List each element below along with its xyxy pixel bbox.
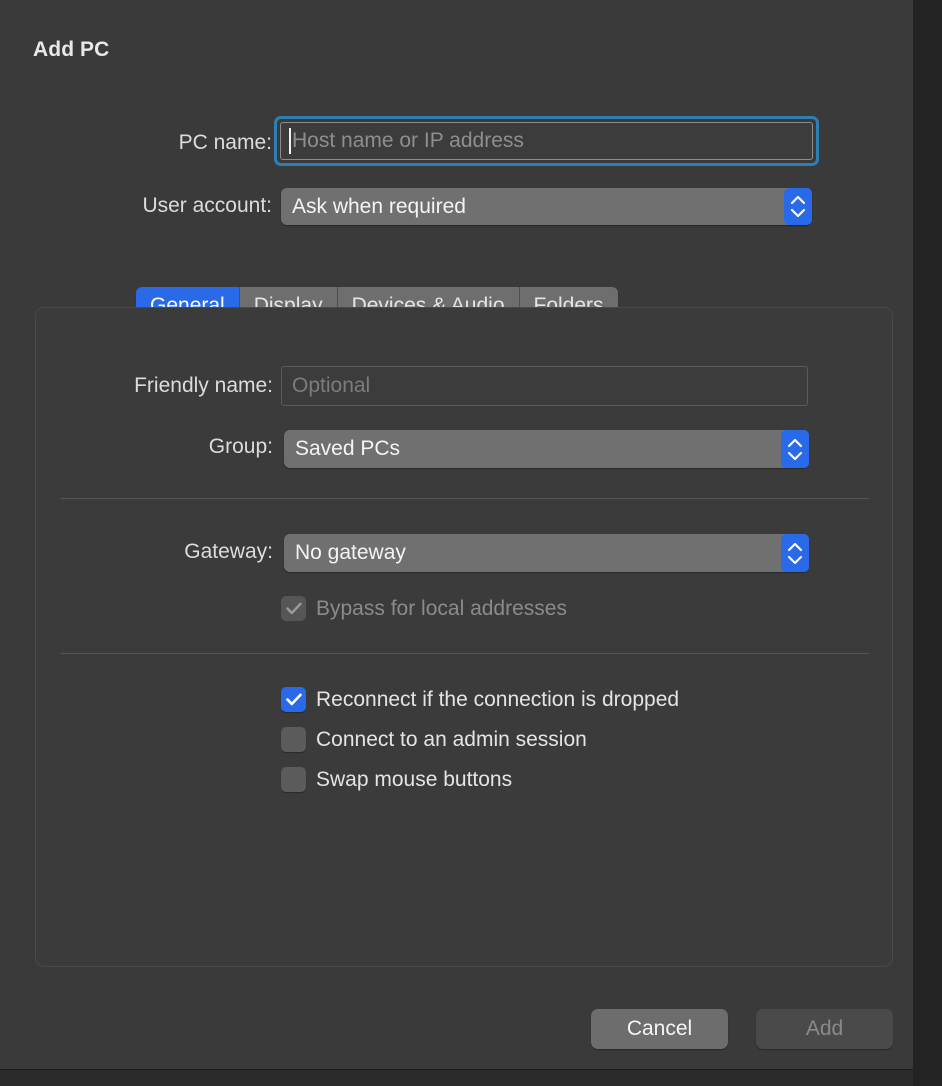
user-account-label: User account: <box>32 194 272 218</box>
chevron-up-down-icon[interactable] <box>784 188 812 225</box>
friendly-name-label: Friendly name: <box>46 374 273 398</box>
chevron-up-down-icon[interactable] <box>781 430 809 468</box>
checkmark-icon <box>281 687 306 712</box>
admin-session-label: Connect to an admin session <box>316 728 587 752</box>
admin-session-checkbox[interactable]: Connect to an admin session <box>281 727 587 752</box>
checkbox-empty-icon <box>281 727 306 752</box>
user-account-select[interactable]: Ask when required <box>281 188 812 225</box>
cancel-button[interactable]: Cancel <box>591 1009 728 1049</box>
pc-name-input[interactable]: Host name or IP address <box>274 116 819 166</box>
bypass-local-addresses-checkbox: Bypass for local addresses <box>281 596 567 621</box>
section-divider-2 <box>61 653 869 654</box>
group-label: Group: <box>46 435 273 459</box>
user-account-value: Ask when required <box>281 195 784 219</box>
general-tab-panel: Friendly name: Optional Group: Saved PCs… <box>35 307 893 967</box>
gateway-select[interactable]: No gateway <box>284 534 809 572</box>
add-pc-dialog: Add PC PC name: Host name or IP address … <box>0 0 913 1069</box>
pc-name-placeholder: Host name or IP address <box>292 129 524 153</box>
window-bottom-edge <box>0 1069 913 1086</box>
page-title: Add PC <box>33 38 109 62</box>
text-caret-icon <box>289 128 291 154</box>
swap-mouse-buttons-label: Swap mouse buttons <box>316 768 512 792</box>
checkmark-icon <box>281 596 306 621</box>
group-select[interactable]: Saved PCs <box>284 430 809 468</box>
friendly-name-placeholder: Optional <box>292 374 370 398</box>
reconnect-label: Reconnect if the connection is dropped <box>316 688 679 712</box>
swap-mouse-buttons-checkbox[interactable]: Swap mouse buttons <box>281 767 512 792</box>
bypass-local-addresses-label: Bypass for local addresses <box>316 597 567 621</box>
friendly-name-input[interactable]: Optional <box>281 366 808 406</box>
checkbox-empty-icon <box>281 767 306 792</box>
section-divider-1 <box>61 498 869 499</box>
add-button: Add <box>756 1009 893 1049</box>
chevron-up-down-icon[interactable] <box>781 534 809 572</box>
group-value: Saved PCs <box>284 437 781 461</box>
reconnect-checkbox[interactable]: Reconnect if the connection is dropped <box>281 687 679 712</box>
pc-name-label: PC name: <box>72 131 272 155</box>
gateway-label: Gateway: <box>46 540 273 564</box>
window-right-edge <box>913 0 942 1086</box>
gateway-value: No gateway <box>284 541 781 565</box>
